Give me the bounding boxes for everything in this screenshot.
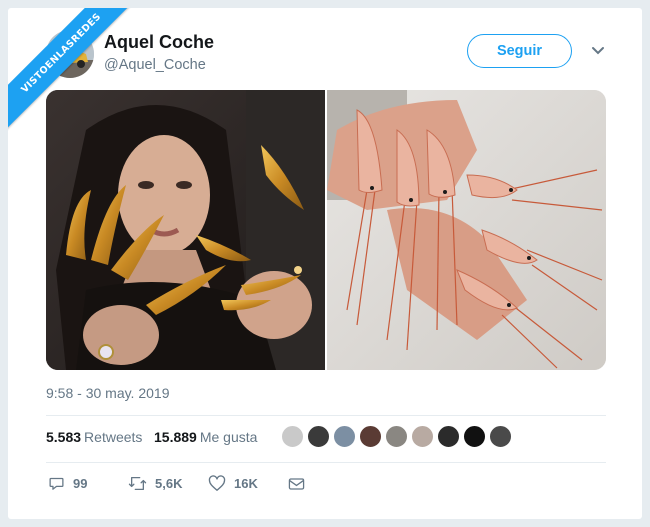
- liker-avatar[interactable]: [411, 425, 434, 448]
- retweets-count: 5.583: [46, 429, 82, 445]
- like-action[interactable]: 16K: [208, 475, 258, 492]
- tweet-timestamp[interactable]: 9:58 - 30 may. 2019: [46, 385, 169, 401]
- dm-action[interactable]: [288, 477, 305, 491]
- watermark-ribbon: VISTOENLASREDES: [8, 8, 148, 148]
- liker-avatar[interactable]: [281, 425, 304, 448]
- likers-avatars[interactable]: [281, 425, 512, 448]
- liker-avatar[interactable]: [333, 425, 356, 448]
- watermark-text: VISTOENLASREDES: [8, 8, 139, 131]
- retweet-count: 5,6K: [155, 476, 183, 491]
- liker-avatar[interactable]: [463, 425, 486, 448]
- retweets-label: Retweets: [84, 429, 143, 445]
- like-icon: [208, 475, 226, 491]
- chevron-down-icon[interactable]: [591, 46, 605, 56]
- liker-avatar[interactable]: [437, 425, 460, 448]
- likes-stat[interactable]: 15.889 Me gusta: [154, 429, 257, 445]
- liker-avatar[interactable]: [307, 425, 330, 448]
- retweets-stat[interactable]: 5.583 Retweets: [46, 429, 142, 445]
- dm-icon: [288, 478, 305, 490]
- liker-avatar[interactable]: [359, 425, 382, 448]
- reply-action[interactable]: 99: [48, 475, 87, 492]
- reply-count: 99: [73, 476, 88, 491]
- liker-avatar[interactable]: [385, 425, 408, 448]
- follow-button[interactable]: Seguir: [467, 34, 572, 68]
- like-count: 16K: [234, 476, 258, 491]
- retweet-icon: [128, 476, 147, 491]
- likes-count: 15.889: [154, 429, 197, 445]
- reply-icon: [49, 477, 64, 490]
- divider-bottom: [46, 462, 606, 463]
- likes-label: Me gusta: [199, 429, 258, 445]
- retweet-action[interactable]: 5,6K: [128, 475, 182, 492]
- divider-top: [46, 415, 606, 416]
- tweet-card: VISTOENLASREDES Aquel Coche @Aquel_Coche…: [8, 8, 642, 519]
- photo-shrimp-nails[interactable]: [327, 90, 606, 370]
- liker-avatar[interactable]: [489, 425, 512, 448]
